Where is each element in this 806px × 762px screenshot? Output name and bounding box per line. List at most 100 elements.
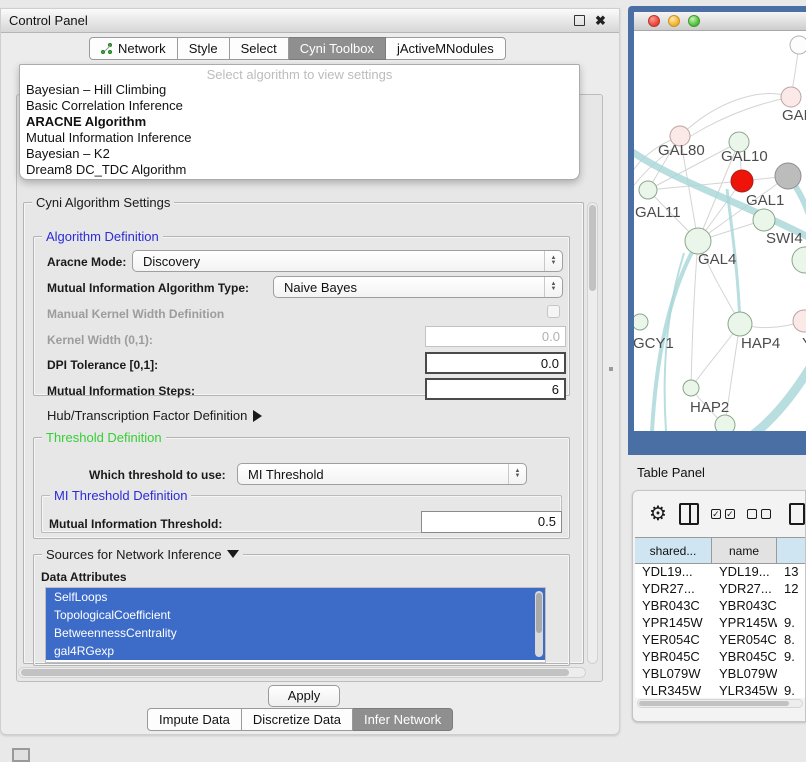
settings-vertical-scrollbar[interactable] xyxy=(587,202,598,664)
algorithm-option[interactable]: Dream8 DC_TDC Algorithm xyxy=(20,162,579,178)
zoom-traffic-icon[interactable] xyxy=(688,15,700,27)
minimized-window-icon[interactable] xyxy=(12,748,30,762)
tab-network[interactable]: Network xyxy=(89,37,178,60)
aracne-mode-select[interactable]: Discovery ▲▼ xyxy=(132,250,563,272)
network-node[interactable] xyxy=(715,415,735,431)
mi-threshold-field[interactable]: 0.5 xyxy=(421,511,562,533)
algorithm-option[interactable]: Bayesian – Hill Climbing xyxy=(20,82,579,98)
network-node-gal1[interactable] xyxy=(753,209,775,231)
split-columns-icon[interactable] xyxy=(679,503,699,525)
table-row[interactable]: YDR27...YDR27...12 xyxy=(635,581,806,598)
table-cell: YBR043C xyxy=(635,598,712,615)
tab-discretize-data[interactable]: Discretize Data xyxy=(242,708,353,731)
tab-label: Cyni Toolbox xyxy=(300,38,374,59)
network-node-y[interactable] xyxy=(793,310,806,332)
tab-cyni-toolbox[interactable]: Cyni Toolbox xyxy=(289,37,386,60)
export-table-icon[interactable] xyxy=(789,503,805,525)
network-node-hap4[interactable] xyxy=(728,312,752,336)
select-all-icon[interactable]: ✓✓ xyxy=(711,509,735,519)
table-row[interactable]: YDL19...YDL19...13 xyxy=(635,564,806,581)
table-row[interactable]: YLR345WYLR345W9. xyxy=(635,683,806,698)
network-node[interactable] xyxy=(775,163,801,189)
algorithm-option[interactable]: Mutual Information Inference xyxy=(20,130,579,146)
network-node-gal11[interactable] xyxy=(639,181,657,199)
mi-steps-label: Mutual Information Steps: xyxy=(47,384,195,398)
group-title: Algorithm Definition xyxy=(42,229,163,244)
data-attribute-item[interactable]: gal4RGexp xyxy=(46,642,545,660)
float-window-icon[interactable] xyxy=(574,15,585,26)
deselect-all-icon[interactable] xyxy=(747,509,771,519)
table-cell: 8. xyxy=(777,632,806,649)
network-node-gcy1[interactable] xyxy=(634,314,648,330)
stepper-icon: ▲▼ xyxy=(508,464,526,484)
manual-kernel-label: Manual Kernel Width Definition xyxy=(47,307,224,321)
mi-type-select[interactable]: Naive Bayes ▲▼ xyxy=(273,276,563,298)
node-label: GAL80 xyxy=(658,142,705,159)
data-attribute-item[interactable]: BetweennessCentrality xyxy=(46,624,545,642)
algorithm-option[interactable]: Bayesian – K2 xyxy=(20,146,579,162)
algorithm-option[interactable]: Basic Correlation Inference xyxy=(20,98,579,114)
table-horizontal-scrollbar[interactable] xyxy=(637,699,803,708)
table-row[interactable]: YBL079WYBL079W xyxy=(635,666,806,683)
algorithm-option[interactable]: ARACNE Algorithm xyxy=(20,114,579,130)
panel-splitter-handle[interactable] xyxy=(609,367,613,371)
tab-label: Impute Data xyxy=(159,709,230,730)
table-row[interactable]: YER054CYER054C8. xyxy=(635,632,806,649)
table-cell: 13 xyxy=(777,564,806,581)
network-node[interactable] xyxy=(790,36,806,54)
node-table: shared... name YDL19...YDL19...13YDR27..… xyxy=(635,537,806,698)
network-node-hap2[interactable] xyxy=(683,380,699,396)
dpi-tolerance-label: DPI Tolerance [0,1]: xyxy=(47,358,158,372)
table-row[interactable]: YBR045CYBR045C9. xyxy=(635,649,806,666)
which-threshold-select[interactable]: MI Threshold ▲▼ xyxy=(237,463,527,485)
network-node[interactable] xyxy=(731,170,753,192)
network-node-gal7[interactable] xyxy=(781,87,801,107)
mi-type-label: Mutual Information Algorithm Type: xyxy=(47,281,249,295)
which-threshold-value: MI Threshold xyxy=(248,467,324,482)
control-panel: Control Panel ✖ Network Style Select Cyn… xyxy=(0,8,620,735)
network-window-titlebar[interactable] xyxy=(634,12,806,31)
tab-label: Infer Network xyxy=(364,709,441,730)
tab-jactivemnodules[interactable]: jActiveMNodules xyxy=(386,37,506,60)
network-canvas[interactable]: GAL7GAL80GAL10GAL11GAL1SWI4GAL4GCY1HAP4Y… xyxy=(634,31,806,431)
data-attributes-list[interactable]: SelfLoopsTopologicalCoefficientBetweenne… xyxy=(45,587,546,663)
algorithm-dropdown-popup: Select algorithm to view settings Bayesi… xyxy=(19,64,580,180)
table-cell: YER054C xyxy=(712,632,777,649)
hub-definition-toggle[interactable]: Hub/Transcription Factor Definition xyxy=(47,408,262,423)
stepper-icon: ▲▼ xyxy=(544,251,562,271)
column-header-name[interactable]: name xyxy=(712,538,777,563)
tab-impute-data[interactable]: Impute Data xyxy=(147,708,242,731)
gear-icon[interactable]: ⚙ xyxy=(649,504,667,524)
data-attribute-item[interactable]: TopologicalCoefficient xyxy=(46,606,545,624)
settings-horizontal-scrollbar[interactable] xyxy=(18,667,586,678)
control-panel-titlebar: Control Panel ✖ xyxy=(1,9,619,33)
manual-kernel-checkbox[interactable] xyxy=(547,305,560,318)
tab-select[interactable]: Select xyxy=(230,37,289,60)
apply-button[interactable]: Apply xyxy=(268,685,340,707)
mi-steps-field[interactable]: 6 xyxy=(425,378,566,400)
tab-infer-network[interactable]: Infer Network xyxy=(353,708,453,731)
dpi-tolerance-field[interactable]: 0.0 xyxy=(425,352,566,374)
sources-toggle[interactable]: Sources for Network Inference xyxy=(42,547,243,562)
kernel-width-field[interactable]: 0.0 xyxy=(425,326,566,347)
column-header-shared-name[interactable]: shared... xyxy=(635,538,712,563)
close-icon[interactable]: ✖ xyxy=(594,14,607,27)
node-label: GAL10 xyxy=(721,148,768,165)
table-cell: YDR27... xyxy=(635,581,712,598)
minimize-traffic-icon[interactable] xyxy=(668,15,680,27)
table-body[interactable]: YDL19...YDL19...13YDR27...YDR27...12YBR0… xyxy=(635,564,806,698)
data-attribute-item[interactable]: SelfLoops xyxy=(46,588,545,606)
table-row[interactable]: YBR043CYBR043C xyxy=(635,598,806,615)
table-row[interactable]: YPR145WYPR145W9. xyxy=(635,615,806,632)
panel-title: Control Panel xyxy=(9,13,88,28)
close-traffic-icon[interactable] xyxy=(648,15,660,27)
group-title: MI Threshold Definition xyxy=(50,488,191,503)
column-header-partial[interactable] xyxy=(777,538,806,563)
control-panel-tabbar: Network Style Select Cyni Toolbox jActiv… xyxy=(89,37,506,60)
table-cell: 12 xyxy=(777,581,806,598)
expand-right-icon xyxy=(253,410,262,422)
table-panel-title: Table Panel xyxy=(637,465,705,480)
list-scrollbar[interactable] xyxy=(535,591,543,657)
tab-style[interactable]: Style xyxy=(178,37,230,60)
network-node-swi4[interactable] xyxy=(792,247,806,273)
